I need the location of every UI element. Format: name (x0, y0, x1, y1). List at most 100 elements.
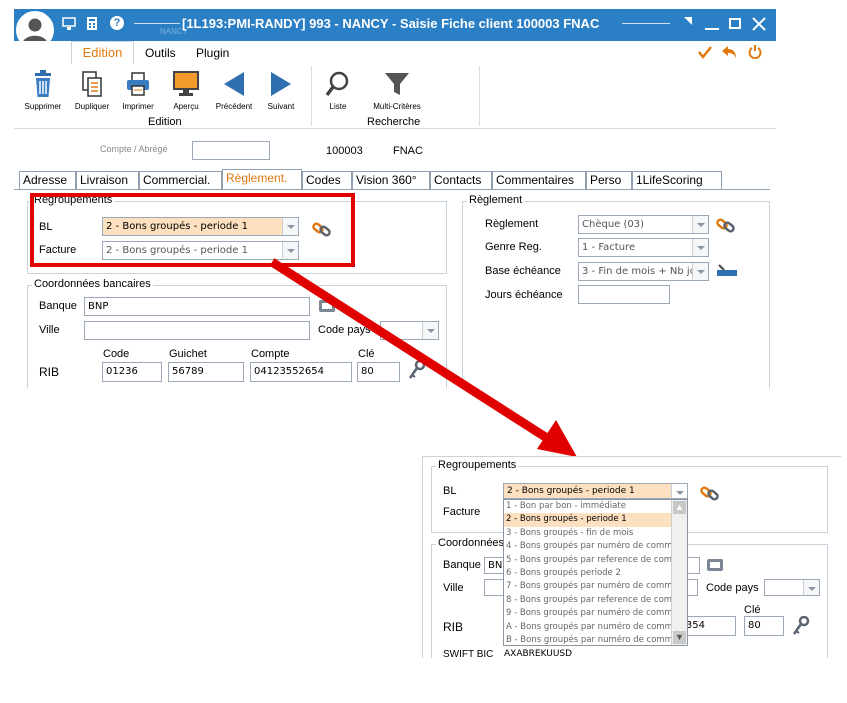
zoom-key-icon[interactable] (792, 616, 810, 636)
reglement-dropdown-arrow[interactable] (692, 216, 708, 233)
menu-tab-outils[interactable]: Outils (145, 46, 176, 60)
arrow-left-icon (224, 72, 244, 96)
title-rule-right (622, 23, 670, 24)
rib-compte-input[interactable]: 04123552654 (250, 362, 352, 382)
next-button-label: Suivant (267, 102, 295, 111)
menu-tab-edition[interactable]: Edition (71, 41, 134, 64)
base-echeance-value: 3 - Fin de mois + Nb jours (582, 266, 709, 277)
zoom-code-pays-select[interactable] (764, 579, 820, 596)
code-pays-select[interactable] (380, 321, 439, 340)
zoom-bl-value: 2 - Bons groupés - periode 1 (507, 486, 635, 496)
banque-input[interactable]: BNP (84, 297, 310, 316)
validate-icon[interactable] (698, 45, 712, 59)
code-pays-label: Code pays (318, 324, 371, 336)
duplicate-button[interactable]: Dupliquer (71, 70, 113, 111)
zoom-bl-dropdown-arrow[interactable] (671, 484, 687, 498)
print-button[interactable]: Imprimer (117, 70, 159, 111)
reglement-title: Règlement (467, 194, 525, 206)
monitor-icon[interactable] (62, 17, 76, 31)
power-icon[interactable] (748, 44, 762, 59)
dropdown-scrollbar[interactable]: ▲ ▼ (671, 500, 687, 645)
genre-reg-select[interactable]: 1 - Facture (578, 238, 709, 257)
jours-echeance-label: Jours échéance (485, 289, 563, 301)
zoom-bank-card-icon[interactable] (706, 556, 724, 574)
tab-vision-360[interactable]: Vision 360° (352, 171, 430, 189)
ville-input[interactable] (84, 321, 310, 340)
dropdown-option[interactable]: 8 - Bons groupés par reference de comm (504, 594, 672, 607)
calculator-icon[interactable] (86, 16, 98, 31)
bl-dropdown-list[interactable]: 1 - Bon par bon - immédiate 2 - Bons grou… (503, 499, 688, 646)
copy-icon (82, 71, 102, 97)
dropdown-option[interactable]: B - Bons groupés par numéro de commar (504, 634, 672, 645)
tab-perso[interactable]: Perso (586, 171, 632, 189)
genre-reg-dropdown-arrow[interactable] (692, 239, 708, 256)
tab-commercial[interactable]: Commercial. (139, 171, 222, 189)
zoom-facture-label: Facture (443, 506, 481, 518)
reglement-link-icon[interactable] (716, 215, 736, 235)
zoom-rib-label: RIB (443, 620, 464, 634)
help-icon[interactable]: ? (110, 16, 124, 30)
preview-button[interactable]: Aperçu (165, 70, 207, 111)
zoom-top-border (422, 456, 841, 457)
close-icon[interactable] (752, 17, 766, 31)
delete-button[interactable]: Supprimer (22, 70, 64, 111)
dropdown-option[interactable]: 7 - Bons groupés par numéro de commar (504, 580, 672, 593)
jours-echeance-input[interactable] (578, 285, 670, 304)
tab-reglement[interactable]: Règlement. (222, 169, 302, 189)
tab-1lifescoring[interactable]: 1LifeScoring (632, 171, 722, 189)
zoom-code-pays-arrow[interactable] (803, 580, 819, 595)
next-button[interactable]: Suivant (260, 70, 302, 111)
dropdown-option[interactable]: 5 - Bons groupés par reference de comm (504, 554, 672, 567)
maximize-icon[interactable] (729, 18, 741, 29)
code-pays-dropdown-arrow[interactable] (422, 322, 438, 339)
key-icon[interactable] (408, 360, 426, 380)
account-input[interactable] (192, 141, 270, 160)
menu-tab-plugin[interactable]: Plugin (196, 46, 229, 60)
rib-code-label: Code (103, 348, 130, 360)
scroll-down-button[interactable]: ▼ (673, 631, 686, 644)
zoom-cle-input[interactable]: 80 (744, 616, 784, 636)
reglement-select[interactable]: Chèque (03) (578, 215, 709, 234)
previous-button-label: Précédent (215, 102, 253, 111)
undo-icon[interactable] (721, 45, 737, 59)
base-echeance-dropdown-arrow[interactable] (692, 263, 708, 280)
ribbon-group-recherche: Recherche (367, 116, 421, 128)
dropdown-option[interactable]: 4 - Bons groupés par numéro de commar (504, 540, 672, 553)
account-name: FNAC (393, 145, 423, 157)
rib-label: RIB (39, 365, 60, 379)
rib-guichet-input[interactable]: 56789 (168, 362, 244, 382)
trash-icon (35, 70, 51, 97)
dropdown-option[interactable]: A - Bons groupés par numéro de commar (504, 621, 672, 634)
tab-livraison[interactable]: Livraison (76, 171, 139, 189)
bank-card-icon[interactable] (318, 297, 336, 315)
tab-adresse[interactable]: Adresse (19, 171, 76, 189)
dropdown-option[interactable]: 2 - Bons groupés - periode 1 (504, 513, 672, 527)
rib-code-input[interactable]: 01236 (102, 362, 162, 382)
resize-corner-icon[interactable] (684, 17, 692, 25)
zoom-bl-select[interactable]: 2 - Bons groupés - periode 1 (503, 483, 688, 499)
preview-button-label: Aperçu (173, 102, 199, 111)
dropdown-option[interactable]: 3 - Bons groupés - fin de mois (504, 527, 672, 540)
tab-contacts[interactable]: Contacts (430, 171, 492, 189)
previous-button[interactable]: Précédent (212, 70, 256, 111)
zoom-left-border (422, 456, 423, 658)
minimize-icon[interactable] (705, 28, 719, 30)
zoom-panel: Regroupements BL 2 - Bons groupés - peri… (422, 456, 841, 658)
scroll-up-button[interactable]: ▲ (673, 501, 686, 514)
tab-commentaires[interactable]: Commentaires (492, 171, 586, 189)
dropdown-option[interactable]: 6 - Bons groupés periode 2 (504, 567, 672, 580)
coordonnees-title: Coordonnées bancaires (32, 278, 153, 290)
dropdown-option[interactable]: 1 - Bon par bon - immédiate (504, 500, 672, 513)
calendar-pen-icon[interactable] (716, 264, 738, 278)
rib-cle-input[interactable]: 80 (357, 362, 400, 382)
dropdown-option[interactable]: 9 - Bons groupés par numéro de commar (504, 607, 672, 620)
zoom-regroupements-title: Regroupements (436, 459, 519, 471)
filter-icon (385, 73, 409, 95)
magnifier-icon (325, 71, 349, 97)
multi-criteria-button[interactable]: Multi-Critères (366, 70, 428, 111)
zoom-ville-label: Ville (443, 582, 464, 594)
base-echeance-select[interactable]: 3 - Fin de mois + Nb jours (578, 262, 709, 281)
zoom-link-icon[interactable] (700, 483, 720, 503)
tab-codes[interactable]: Codes (302, 171, 352, 189)
list-button[interactable]: Liste (318, 70, 358, 111)
